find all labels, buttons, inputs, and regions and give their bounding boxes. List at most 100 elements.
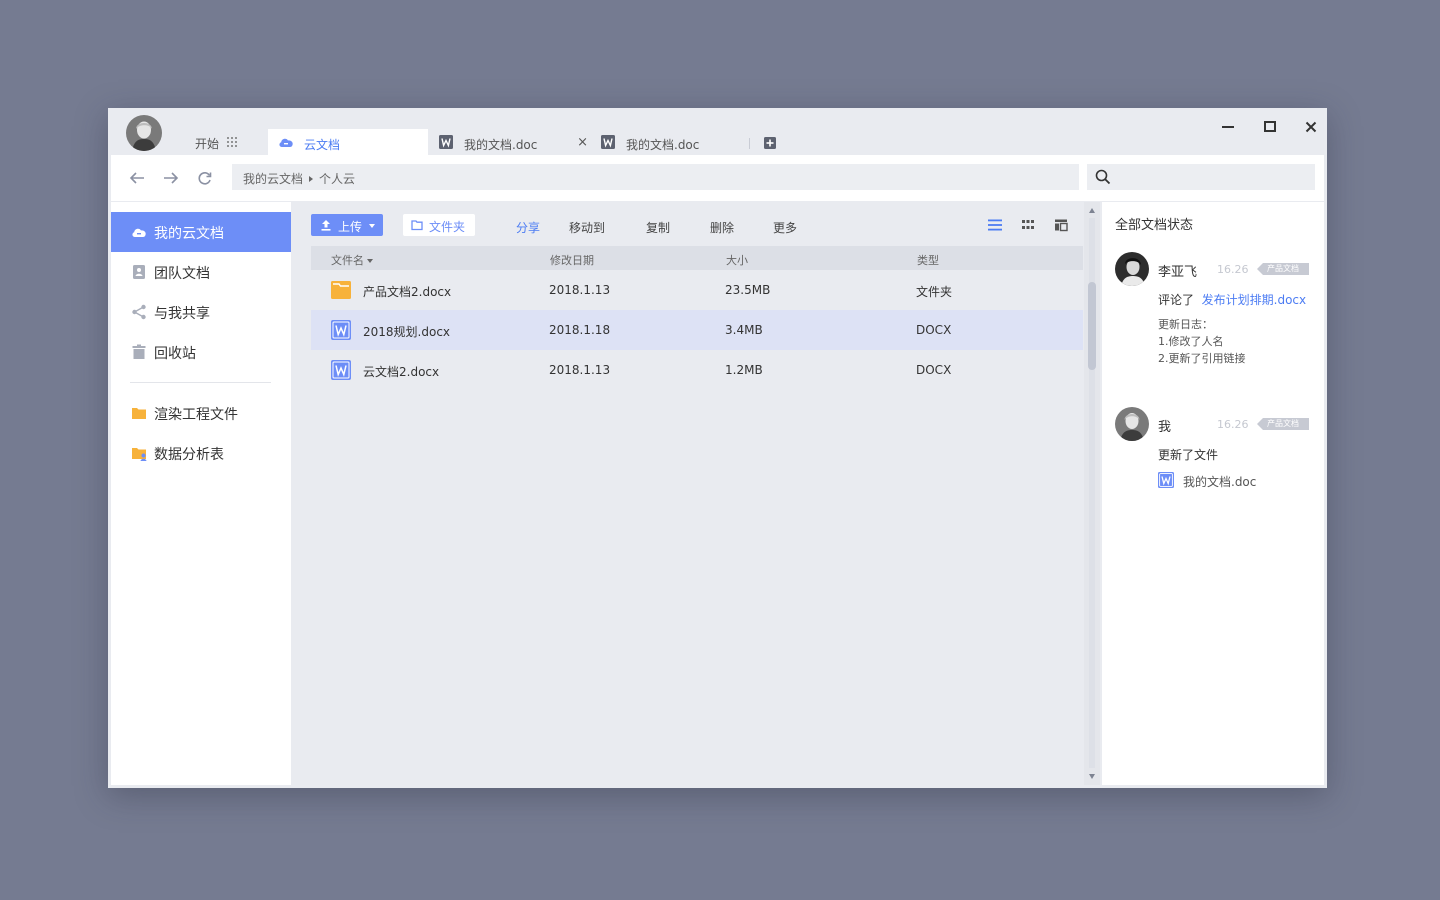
search-input[interactable] <box>1087 164 1315 190</box>
minimize-icon[interactable] <box>1217 116 1239 138</box>
file-list-area: 上传 文件夹 分享 移动到 复制 删除 更多 文件名 修改日期 大小 类型 产品… <box>291 202 1084 785</box>
back-arrow-icon[interactable] <box>129 171 145 185</box>
activity-tag: 产品文档 <box>1257 263 1309 275</box>
scroll-thumb[interactable] <box>1088 282 1096 370</box>
avatar[interactable] <box>1115 407 1149 441</box>
sidebar-item-label: 我的云文档 <box>154 226 224 242</box>
log-line: 1.修改了人名 <box>1158 335 1224 348</box>
tab-doc-2[interactable]: 我的文档.doc <box>590 129 750 155</box>
table-row[interactable]: 2018规划.docx 2018.1.18 3.4MB DOCX <box>311 310 1083 350</box>
activity-text: 评论了 发布计划排期.docx <box>1158 291 1306 308</box>
app-window: 开始 云文档 我的文档.doc × 我的文档.doc 我的云文档 个人云 我的云… <box>108 108 1327 788</box>
word-doc-icon <box>331 360 351 380</box>
close-icon[interactable] <box>1300 116 1322 138</box>
sidebar-item-recycle-bin[interactable]: 回收站 <box>111 332 291 372</box>
folder-label: 文件夹 <box>429 220 466 234</box>
forward-arrow-icon[interactable] <box>163 171 179 185</box>
table-header: 文件名 修改日期 大小 类型 <box>311 246 1083 270</box>
file-name: 2018规划.docx <box>363 325 451 339</box>
word-doc-icon <box>1158 472 1174 488</box>
sidebar-item-render-project[interactable]: 渲染工程文件 <box>111 393 291 433</box>
activity-action: 更新了文件 <box>1158 448 1219 462</box>
cloud-icon <box>279 138 293 147</box>
tab-label: 我的文档.doc <box>626 138 700 152</box>
column-header-date[interactable]: 修改日期 <box>550 252 594 268</box>
scroll-down-icon[interactable] <box>1089 774 1095 779</box>
share-icon <box>132 304 146 320</box>
upload-button[interactable]: 上传 <box>311 214 383 236</box>
file-size: 1.2MB <box>725 363 763 377</box>
file-type: 文件夹 <box>916 285 953 299</box>
file-type: DOCX <box>916 323 952 337</box>
file-name: 产品文档2.docx <box>363 285 452 299</box>
word-doc-icon <box>331 320 351 340</box>
file-date: 2018.1.13 <box>549 363 611 377</box>
upload-label: 上传 <box>338 220 363 234</box>
user-avatar[interactable] <box>126 115 162 151</box>
activity-tag: 产品文档 <box>1257 418 1309 430</box>
file-type: DOCX <box>916 363 952 377</box>
sidebar-item-label: 与我共享 <box>154 306 210 322</box>
breadcrumb[interactable]: 我的云文档 个人云 <box>232 164 1079 190</box>
trash-icon <box>132 344 146 359</box>
apps-grid-icon[interactable] <box>226 136 238 148</box>
sidebar-divider <box>130 382 271 383</box>
grid-view-icon[interactable] <box>1021 218 1035 232</box>
column-header-size[interactable]: 大小 <box>726 252 748 268</box>
sidebar-item-my-cloud-docs[interactable]: 我的云文档 <box>111 212 291 252</box>
activity-panel: 全部文档状态 李亚飞 16.26 产品文档 评论了 发布计划排期.docx 更新… <box>1102 202 1324 785</box>
breadcrumb-item[interactable]: 个人云 <box>319 172 355 186</box>
tab-close-icon[interactable]: × <box>577 135 588 150</box>
word-doc-icon <box>601 135 615 149</box>
tab-label: 云文档 <box>304 138 341 152</box>
detail-view-icon[interactable] <box>1054 218 1068 232</box>
column-header-name[interactable]: 文件名 <box>331 252 373 268</box>
file-name: 云文档2.docx <box>363 365 440 379</box>
refresh-icon[interactable] <box>197 171 213 185</box>
delete-button[interactable]: 删除 <box>710 219 734 236</box>
word-doc-icon <box>439 135 453 149</box>
activity-user-name: 我 <box>1158 420 1172 435</box>
activity-file-link[interactable]: 发布计划排期.docx <box>1202 293 1306 307</box>
scrollbar[interactable] <box>1084 202 1100 785</box>
file-size: 23.5MB <box>725 283 771 297</box>
copy-button[interactable]: 复制 <box>646 219 670 236</box>
start-label[interactable]: 开始 <box>195 135 219 152</box>
panel-title: 全部文档状态 <box>1115 218 1194 233</box>
avatar[interactable] <box>1115 252 1149 286</box>
more-button[interactable]: 更多 <box>773 219 797 236</box>
sidebar-item-label: 渲染工程文件 <box>154 407 238 423</box>
maximize-icon[interactable] <box>1259 116 1281 138</box>
tab-cloud-docs[interactable]: 云文档 <box>268 129 428 155</box>
sidebar-item-label: 数据分析表 <box>154 447 224 463</box>
activity-time: 16.26 <box>1217 418 1249 431</box>
folder-icon <box>331 281 351 299</box>
team-doc-icon <box>133 265 145 279</box>
activity-action: 评论了 <box>1158 293 1195 307</box>
move-to-button[interactable]: 移动到 <box>569 219 605 236</box>
scroll-up-icon[interactable] <box>1089 208 1095 213</box>
column-header-type[interactable]: 类型 <box>917 252 939 268</box>
new-folder-button[interactable]: 文件夹 <box>403 214 475 236</box>
share-button[interactable]: 分享 <box>516 219 540 236</box>
file-date: 2018.1.13 <box>549 283 611 297</box>
dropdown-caret-icon <box>369 224 375 228</box>
sidebar-item-data-analysis[interactable]: 数据分析表 <box>111 433 291 473</box>
file-date: 2018.1.18 <box>549 323 611 337</box>
sidebar-item-team-docs[interactable]: 团队文档 <box>111 252 291 292</box>
activity-user-name: 李亚飞 <box>1158 265 1198 280</box>
table-row[interactable]: 产品文档2.docx 2018.1.13 23.5MB 文件夹 <box>311 270 1083 310</box>
log-line: 2.更新了引用链接 <box>1158 352 1246 365</box>
search-icon <box>1095 169 1111 185</box>
activity-file-link[interactable]: 我的文档.doc <box>1183 473 1256 490</box>
sidebar-item-shared-with-me[interactable]: 与我共享 <box>111 292 291 332</box>
column-label: 文件名 <box>331 254 364 267</box>
add-tab-icon[interactable] <box>764 137 776 149</box>
tab-label: 我的文档.doc <box>464 138 538 152</box>
breadcrumb-item[interactable]: 我的云文档 <box>243 172 303 186</box>
folder-icon <box>132 408 146 419</box>
sort-caret-icon <box>367 259 373 263</box>
tab-doc-1[interactable]: 我的文档.doc × <box>428 129 590 155</box>
table-row[interactable]: 云文档2.docx 2018.1.13 1.2MB DOCX <box>311 350 1083 390</box>
list-view-icon[interactable] <box>988 218 1002 232</box>
